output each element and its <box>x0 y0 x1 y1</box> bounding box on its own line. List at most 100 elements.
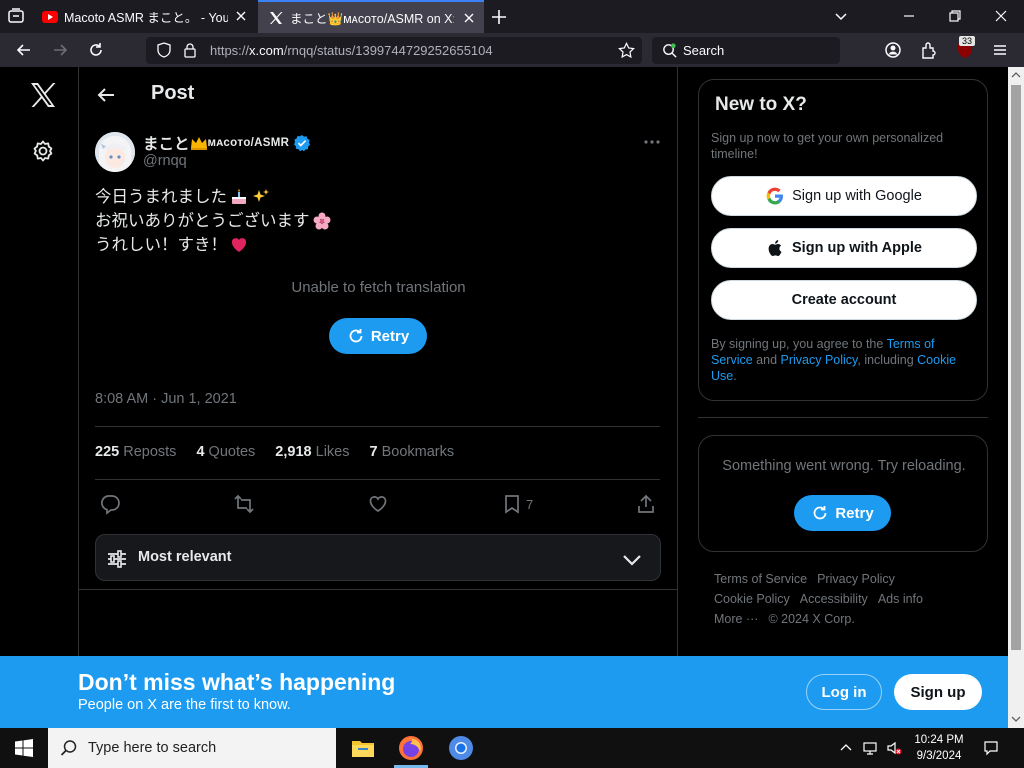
page-scrollbar[interactable] <box>1008 67 1024 728</box>
chromium-icon[interactable] <box>447 734 475 762</box>
reload-icon[interactable] <box>86 40 106 60</box>
avatar[interactable] <box>95 132 135 172</box>
post-timestamp[interactable]: 8:08 AM · Jun 1, 2021 <box>95 391 237 407</box>
retry-button[interactable]: Retry <box>794 495 891 531</box>
divider <box>95 426 660 427</box>
share-icon[interactable] <box>635 493 657 515</box>
x-logo-icon[interactable] <box>29 81 57 109</box>
windows-start-icon[interactable] <box>14 738 34 758</box>
file-explorer-icon[interactable] <box>349 734 377 762</box>
x-page: Post まこと ᴍᴀᴄᴏᴛᴏ/ASMR @rnqq 今日うまれました お祝いあ… <box>0 67 1008 656</box>
tab-list-icon[interactable] <box>6 6 26 26</box>
back-arrow-icon[interactable] <box>95 84 117 106</box>
user-handle[interactable]: @rnqq <box>143 153 187 169</box>
shield-icon[interactable] <box>156 42 172 58</box>
back-icon[interactable] <box>14 40 34 60</box>
footer-link[interactable]: Accessibility <box>800 592 868 606</box>
tab-youtube[interactable]: Macoto ASMR まこと。 - YouTube <box>32 0 256 33</box>
crown-icon <box>190 137 207 150</box>
quotes-stat[interactable]: 4 Quotes <box>196 444 255 460</box>
trends-error-card: Something went wrong. Try reloading. Ret… <box>698 435 988 552</box>
close-tab-icon[interactable] <box>462 11 476 25</box>
tray-expand-icon[interactable] <box>838 740 854 756</box>
scroll-up-icon[interactable] <box>1011 71 1021 79</box>
restore-icon[interactable] <box>945 6 965 26</box>
minimize-icon[interactable] <box>899 6 919 26</box>
browser-nav-bar: https://x.com/rnqq/status/13997447292526… <box>0 33 1024 67</box>
footer-link[interactable]: Ads info <box>878 592 923 606</box>
bookmark-icon[interactable] <box>501 493 523 515</box>
footer-link[interactable]: Privacy Policy <box>817 572 895 586</box>
reply-sort-dropdown[interactable]: Most relevant <box>95 534 661 581</box>
tab-x-post[interactable]: まこと👑ᴍᴀᴄᴏᴛᴏ/ASMR on X: " <box>258 0 484 33</box>
taskbar-search[interactable]: Type here to search <box>48 728 336 768</box>
repost-icon[interactable] <box>233 493 255 515</box>
taskbar-clock[interactable]: 10:24 PM 9/3/2024 <box>906 732 972 764</box>
left-nav <box>0 67 79 656</box>
signup-google-button[interactable]: Sign up with Google <box>711 176 977 216</box>
menu-icon[interactable] <box>990 40 1010 60</box>
google-icon <box>766 187 784 205</box>
divider <box>79 589 678 590</box>
signup-subtitle: Sign up now to get your own personalized… <box>711 131 944 161</box>
like-heart-icon[interactable] <box>367 493 389 515</box>
signup-button[interactable]: Sign up <box>894 674 982 710</box>
divider <box>95 479 660 480</box>
scroll-down-icon[interactable] <box>1011 715 1021 723</box>
forward-icon[interactable] <box>50 40 70 60</box>
signup-apple-button[interactable]: Sign up with Apple <box>711 228 977 268</box>
x-logo-icon <box>270 11 283 24</box>
notifications-icon[interactable] <box>983 740 999 756</box>
footer-link[interactable]: Terms of Service <box>714 572 807 586</box>
network-icon[interactable] <box>862 740 878 756</box>
tab-title: Macoto ASMR まこと。 - YouTube <box>64 11 228 25</box>
create-account-button[interactable]: Create account <box>711 280 977 320</box>
account-icon[interactable] <box>883 40 903 60</box>
apple-icon <box>768 240 782 256</box>
close-window-icon[interactable] <box>991 6 1011 26</box>
red-heart-icon <box>231 238 247 252</box>
refresh-icon <box>813 506 827 520</box>
extension-badge: 33 <box>959 36 976 46</box>
banner-headline: Don’t miss what’s happening <box>78 669 396 695</box>
sort-sliders-icon <box>108 550 126 568</box>
retry-translation-button[interactable]: Retry <box>329 318 427 354</box>
post-column: Post まこと ᴍᴀᴄᴏᴛᴏ/ASMR @rnqq 今日うまれました お祝いあ… <box>79 67 678 656</box>
footer-more[interactable]: More ··· <box>714 612 758 626</box>
browser-tab-bar: Macoto ASMR まこと。 - YouTube まこと👑ᴍᴀᴄᴏᴛᴏ/AS… <box>0 0 1024 33</box>
sparkles-icon <box>253 189 269 202</box>
tab-title: まこと👑ᴍᴀᴄᴏᴛᴏ/ASMR on X: " <box>290 12 454 26</box>
firefox-icon[interactable] <box>397 734 425 762</box>
close-tab-icon[interactable] <box>234 9 248 23</box>
likes-stat[interactable]: 2,918 Likes <box>275 444 349 460</box>
address-bar[interactable]: https://x.com/rnqq/status/13997447292526… <box>146 37 642 64</box>
search-placeholder: Search <box>683 43 725 58</box>
footer-link[interactable]: Cookie Policy <box>714 592 790 606</box>
sort-label: Most relevant <box>138 549 232 565</box>
login-banner: Don’t miss what’s happening People on X … <box>0 656 1008 728</box>
cherry-blossom-icon <box>313 212 330 230</box>
reposts-stat[interactable]: 225 Reposts <box>95 444 176 460</box>
browser-search-box[interactable]: Search <box>652 37 840 64</box>
new-tab-icon[interactable] <box>490 8 508 26</box>
list-all-tabs-icon[interactable] <box>831 6 851 26</box>
privacy-link[interactable]: Privacy Policy <box>781 353 858 367</box>
translation-error: Unable to fetch translation <box>291 279 466 296</box>
login-button[interactable]: Log in <box>806 674 882 710</box>
windows-taskbar: Type here to search 10:24 PM 9/3/2024 <box>0 728 1024 768</box>
url-text[interactable]: https://x.com/rnqq/status/13997447292526… <box>210 43 493 58</box>
extensions-icon[interactable] <box>919 40 939 60</box>
lock-icon[interactable] <box>182 42 198 58</box>
birthday-cake-icon <box>232 189 246 204</box>
reply-icon[interactable] <box>99 493 121 515</box>
bookmarks-stat[interactable]: 7 Bookmarks <box>369 444 454 460</box>
bookmark-star-icon[interactable] <box>618 42 635 59</box>
signup-title: New to X? <box>715 94 807 115</box>
settings-gear-icon[interactable] <box>31 139 55 163</box>
avatar-image <box>95 132 135 172</box>
scroll-thumb[interactable] <box>1011 85 1021 650</box>
volume-muted-icon[interactable] <box>886 740 902 756</box>
display-name[interactable]: まこと ᴍᴀᴄᴏᴛᴏ/ASMR <box>143 132 311 154</box>
copyright: © 2024 X Corp. <box>768 612 855 626</box>
more-options-icon[interactable] <box>642 137 662 147</box>
